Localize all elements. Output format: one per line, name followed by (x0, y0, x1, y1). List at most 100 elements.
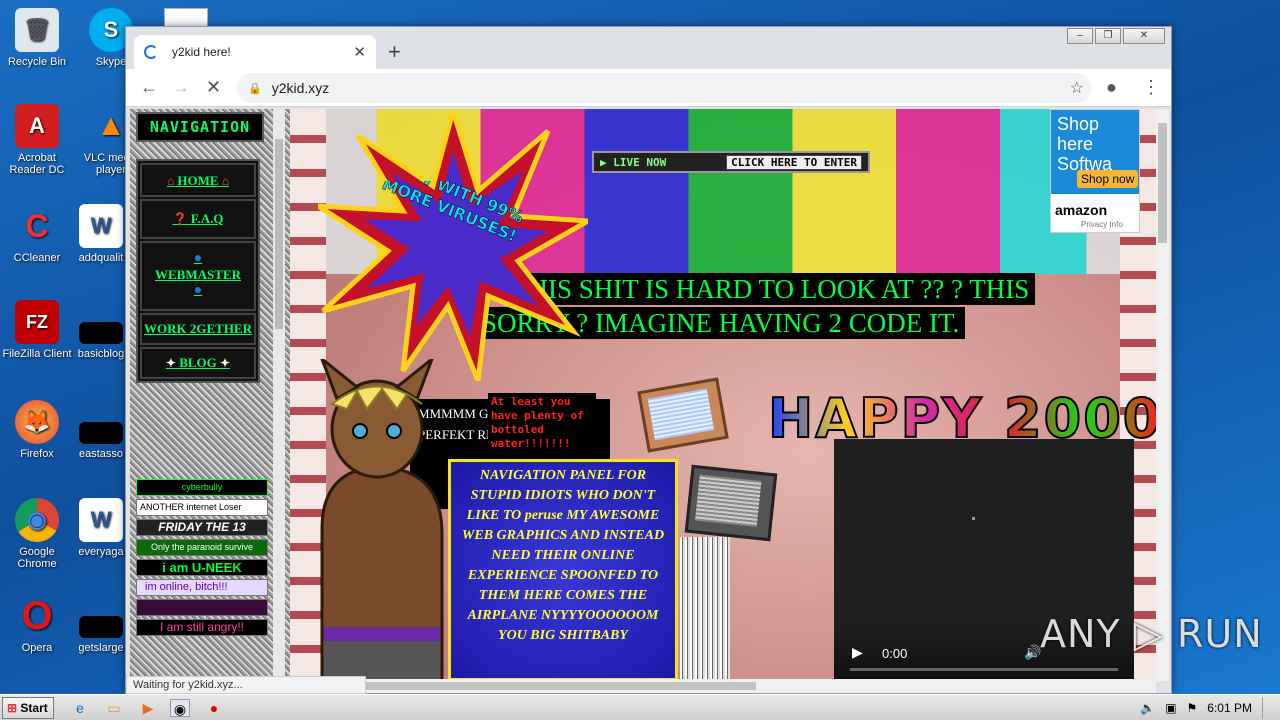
nav-list: ⌂ HOME ⌂ ❓ F.A.Q ● WEBMASTER ● WORK 2GET… (136, 159, 260, 383)
character-eye (386, 423, 402, 439)
globe-icon: ● (193, 283, 203, 298)
flag-icon[interactable]: ⚑ (1187, 701, 1198, 715)
chrome-taskbar-icon[interactable]: ◉ (170, 699, 190, 717)
media-player-icon[interactable]: ▶ (138, 699, 158, 717)
profile-icon[interactable]: ● (1106, 77, 1117, 98)
badge-still-angry[interactable]: I am still angry!! (136, 619, 268, 636)
desktop-icon-chrome[interactable]: ◉ Google Chrome (0, 498, 74, 570)
desktop-icon-firefox[interactable]: 🦊 Firefox (0, 400, 74, 460)
speaker-icon[interactable]: 🔈 (1140, 701, 1155, 715)
show-desktop-button[interactable] (1262, 697, 1272, 719)
desktop-icon-opera[interactable]: O Opera (0, 594, 74, 654)
live-now-label: ▶ LIVE NOW (600, 155, 667, 169)
page-vertical-scrollbar[interactable] (1156, 109, 1169, 681)
new-tab-button[interactable]: + (388, 39, 401, 65)
video-cursor-dot (972, 517, 975, 520)
bottled-water-text: At least you have plenty of bottoled wat… (488, 393, 596, 465)
volume-icon[interactable]: 🔊 (1024, 644, 1041, 661)
desktop-icon-label: CCleaner (13, 252, 61, 264)
desktop-icon-ccleaner[interactable]: C CCleaner (0, 204, 74, 264)
enter-button[interactable]: CLICK HERE TO ENTER (726, 154, 862, 170)
left-frame-scroll-thumb[interactable] (275, 139, 283, 329)
nav-work-2gether-label: WORK 2GETHER (144, 321, 252, 336)
sparkle-icon: ✦ (220, 356, 231, 370)
desktop-icon-label: Google Chrome (17, 546, 57, 570)
tv-screen (694, 474, 762, 527)
nav-blog[interactable]: ✦ BLOG ✦ (140, 347, 256, 379)
opera-taskbar-icon[interactable]: ● (204, 699, 224, 717)
stop-loading-button[interactable]: ✕ (206, 77, 221, 98)
tab-close-icon[interactable]: ✕ (353, 43, 366, 61)
lock-icon: 🔒 (248, 82, 262, 95)
desktop-icon-doc-partial[interactable] (164, 8, 208, 28)
firefox-icon: 🦊 (15, 400, 59, 444)
bookmark-star-icon[interactable]: ☆ (1070, 78, 1084, 98)
word-doc-icon: W (79, 498, 123, 542)
maximize-button[interactable]: ❐ (1095, 28, 1121, 44)
badge-cyberbully[interactable]: cyberbully (136, 479, 268, 496)
address-bar[interactable]: 🔒 y2kid.xyz ☆ (236, 73, 1092, 103)
back-button[interactable]: ← (140, 77, 158, 98)
play-icon[interactable]: ▶ (852, 644, 863, 661)
minimize-button[interactable]: – (1067, 28, 1093, 44)
ad-shop-button[interactable]: Shop now (1077, 170, 1139, 188)
clock[interactable]: 6:01 PM (1207, 701, 1252, 715)
nav-faq[interactable]: ❓ F.A.Q (140, 199, 256, 239)
desktop-icon-recycle-bin[interactable]: 🗑 Recycle Bin (0, 8, 74, 68)
folder-icon[interactable]: ▭ (104, 699, 124, 717)
taskbar: ⊞ Start e ▭ ▶ ◉ ● 🔈 ▣ ⚑ 6:01 PM (0, 694, 1280, 720)
menu-kebab-icon[interactable]: ⋮ (1142, 77, 1160, 98)
desktop-icon-label: Opera (21, 642, 53, 654)
desktop-icon-label: Acrobat Reader DC (9, 152, 65, 176)
left-nav-frame: NAVIGATION ⌂ HOME ⌂ ❓ F.A.Q ● WEBMASTER … (130, 109, 290, 681)
status-bar: Waiting for y2kid.xyz... (126, 676, 366, 694)
page-scroll-thumb[interactable] (1158, 123, 1167, 243)
starburst-text: NOW WITH 99% MORE VIRUSES! (379, 181, 527, 246)
network-icon[interactable]: ▣ (1165, 701, 1176, 715)
tab-y2kid[interactable]: y2kid here! ✕ (134, 35, 376, 69)
chrome-icon: ◉ (15, 498, 59, 542)
tv-gray-icon (684, 464, 778, 542)
character-pants (324, 641, 440, 681)
amazon-ad[interactable]: Shop here Softwa Shop now amazon Privacy… (1050, 109, 1140, 233)
ie-icon[interactable]: e (70, 699, 90, 717)
badge-dark-graphic[interactable] (136, 599, 268, 616)
nav-work-2gether[interactable]: WORK 2GETHER (140, 313, 256, 345)
character-pants-band (324, 627, 440, 641)
house-icon: ⌂ (166, 174, 175, 188)
tv-screen (647, 388, 715, 441)
left-frame-scrollbar[interactable] (273, 109, 285, 681)
badge-friday-13[interactable]: FRIDAY THE 13 (136, 519, 268, 536)
nav-home[interactable]: ⌂ HOME ⌂ (140, 163, 256, 197)
browser-toolbar: ← → ✕ 🔒 y2kid.xyz ☆ ● ⋮ (126, 69, 1171, 107)
video-time: 0:00 (882, 646, 908, 661)
desktop-icon-acrobat[interactable]: A Acrobat Reader DC (0, 104, 74, 176)
tab-title: y2kid here! (172, 45, 231, 59)
desktop-icon-filezilla[interactable]: FZ FileZilla Client (0, 300, 74, 360)
ad-privacy[interactable]: Privacy Info (1081, 220, 1123, 229)
badge-internet-loser[interactable]: ANOTHER internet Loser (136, 499, 268, 516)
page-hscroll-thumb[interactable] (366, 682, 756, 690)
word-doc-icon: W (79, 204, 123, 248)
house-icon: ⌂ (221, 174, 230, 188)
tv-static-icon (637, 377, 729, 453)
recycle-bin-icon: 🗑 (15, 8, 59, 52)
badge-paranoid[interactable]: Only the paranoid survive (136, 539, 268, 556)
badge-u-neek[interactable]: i am U-NEEK (136, 559, 268, 576)
close-window-button[interactable]: ✕ (1123, 28, 1165, 44)
amazon-logo: amazon (1055, 202, 1108, 218)
system-tray: 🔈 ▣ ⚑ 6:01 PM (1140, 695, 1280, 720)
video-progress-bar[interactable] (850, 668, 1118, 671)
desktop-icon-label: Firefox (20, 448, 54, 460)
badge-im-online[interactable]: im online, bitch!!! (136, 579, 268, 596)
nav-webmaster[interactable]: ● WEBMASTER ● (140, 241, 256, 311)
start-button[interactable]: ⊞ Start (2, 697, 54, 719)
nav-header: NAVIGATION (136, 112, 264, 142)
start-label: Start (20, 701, 48, 715)
forward-button[interactable]: → (172, 77, 190, 98)
filezilla-icon: FZ (15, 300, 59, 344)
navigation-panel-notice[interactable]: NAVIGATION PANEL FOR STUPID IDIOTS WHO D… (448, 459, 678, 681)
blank-file-icon (79, 616, 123, 638)
anyrun-watermark: ANY ▷ RUN (1040, 612, 1263, 656)
nav-blog-label: BLOG (179, 355, 217, 370)
